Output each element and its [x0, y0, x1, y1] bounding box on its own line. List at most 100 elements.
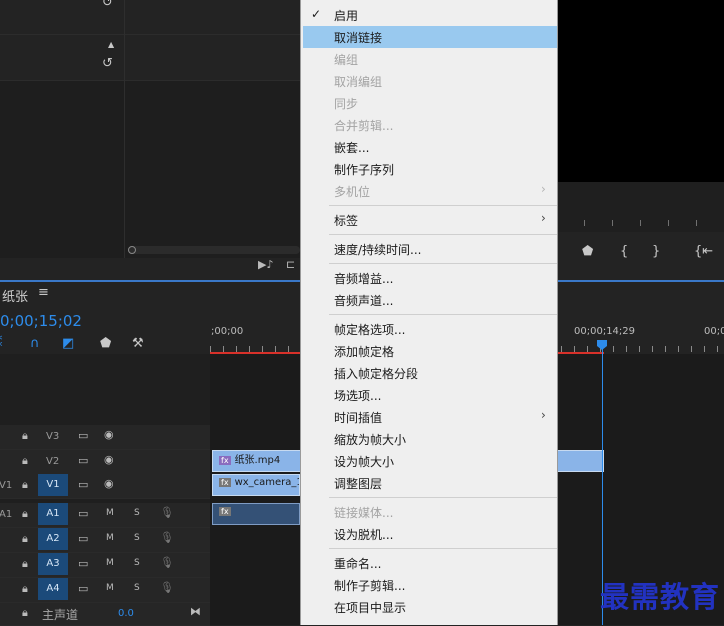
timecode-display[interactable]: 0;00;15;02 — [0, 312, 82, 330]
track-name: V3 — [46, 431, 60, 442]
lock-icon[interactable]: 🔒︎ — [22, 582, 28, 596]
lock-icon[interactable]: 🔒︎ — [22, 557, 28, 571]
mute-button[interactable]: M — [106, 533, 114, 543]
sync-lock-icon[interactable]: ▭ — [78, 557, 88, 570]
scrollbar-handle[interactable] — [128, 246, 136, 254]
clip-a1[interactable]: fx — [212, 503, 300, 525]
solo-button[interactable]: S — [134, 558, 140, 568]
menu-item-insert-frame-hold-segment[interactable]: 插入帧定格分段 — [303, 362, 557, 384]
menu-item-set-to-frame-size[interactable]: 设为帧大小 — [303, 450, 557, 472]
menu-item-field-options[interactable]: 场选项... — [303, 384, 557, 406]
track-target-v1[interactable]: V1 — [38, 474, 68, 496]
insert-tool-icon[interactable]: ◩ — [62, 336, 74, 351]
menu-item-group[interactable]: 编组 — [303, 48, 557, 70]
sequence-tab-title[interactable]: 纸张 — [2, 286, 28, 305]
clip-v1[interactable]: fxwx_camera_16 — [212, 474, 300, 496]
go-to-in-icon[interactable]: {⇤ — [694, 244, 713, 259]
monitor-ruler — [556, 182, 724, 232]
menu-item-enable[interactable]: ✓ 启用 — [303, 4, 557, 26]
collapse-up-icon[interactable]: ▲ — [108, 40, 114, 49]
menu-item-speed-duration[interactable]: 速度/持续时间... — [303, 238, 557, 260]
sync-lock-icon[interactable]: ▭ — [78, 582, 88, 595]
menu-item-make-subsequence[interactable]: 制作子序列 — [303, 158, 557, 180]
add-marker-icon[interactable]: ⬟ — [100, 336, 111, 351]
eye-icon[interactable]: ◉ — [104, 477, 114, 490]
sync-lock-icon[interactable]: ▭ — [78, 507, 88, 520]
microphone-icon[interactable]: 🎙︎ — [160, 556, 174, 569]
menu-item-make-subclip[interactable]: 制作子剪辑... — [303, 574, 557, 596]
lock-icon[interactable]: 🔒︎ — [22, 507, 28, 521]
program-monitor — [556, 0, 724, 182]
source-patch-label[interactable]: A1 — [0, 509, 12, 520]
effect-row — [0, 35, 300, 58]
menu-separator — [329, 314, 557, 315]
menu-item-ungroup[interactable]: 取消编组 — [303, 70, 557, 92]
menu-item-reveal-in-project[interactable]: 在项目中显示 — [303, 596, 557, 618]
menu-item-merge-clips[interactable]: 合并剪辑... — [303, 114, 557, 136]
menu-item-label[interactable]: 标签 › — [303, 209, 557, 231]
submenu-arrow-icon: › — [541, 182, 546, 196]
linked-selection-icon[interactable]: ∩ — [30, 336, 40, 351]
menu-item-rename[interactable]: 重命名... — [303, 552, 557, 574]
menu-item-audio-channels[interactable]: 音频声道... — [303, 289, 557, 311]
menu-item-adjustment-layer[interactable]: 调整图层 — [303, 472, 557, 494]
solo-button[interactable]: S — [134, 583, 140, 593]
track-target-a2[interactable]: A2 — [38, 528, 68, 550]
mark-out-icon[interactable]: } — [652, 244, 660, 259]
track-header-master: 🔒︎ 主声道 0.0 ⧓ — [0, 603, 210, 626]
effect-controls-scrollbar[interactable] — [128, 246, 300, 254]
go-to-end-icon[interactable]: ⧓ — [190, 605, 201, 618]
menu-item-add-frame-hold[interactable]: 添加帧定格 — [303, 340, 557, 362]
watermark-text: 最需教育 — [600, 580, 721, 614]
menu-item-sync[interactable]: 同步 — [303, 92, 557, 114]
reset-icon[interactable]: ↺ — [102, 0, 113, 10]
microphone-icon[interactable]: 🎙︎ — [160, 506, 174, 519]
lock-icon[interactable]: 🔒︎ — [22, 606, 28, 620]
mark-in-icon[interactable]: { — [620, 244, 628, 259]
eye-icon[interactable]: ◉ — [104, 428, 114, 441]
reset-icon[interactable]: ↺ — [102, 56, 113, 71]
mute-button[interactable]: M — [106, 558, 114, 568]
lock-icon[interactable]: 🔒︎ — [22, 532, 28, 546]
solo-button[interactable]: S — [134, 508, 140, 518]
master-volume-value[interactable]: 0.0 — [118, 608, 134, 619]
menu-item-time-interpolation[interactable]: 时间插值 › — [303, 406, 557, 428]
microphone-icon[interactable]: 🎙︎ — [160, 531, 174, 544]
fx-badge: fx — [219, 456, 231, 465]
menu-item-make-offline[interactable]: 设为脱机... — [303, 523, 557, 545]
track-target-a1[interactable]: A1 — [38, 503, 68, 525]
track-header-a1: A1 🔒︎ A1 ▭ M S 🎙︎ — [0, 503, 210, 528]
source-patch-label[interactable]: V1 — [0, 480, 12, 491]
add-marker-icon[interactable]: ⬟ — [582, 244, 593, 259]
sync-lock-icon[interactable]: ▭ — [78, 454, 88, 467]
track-header-a4: 🔒︎ A4 ▭ M S 🎙︎ — [0, 578, 210, 603]
mute-button[interactable]: M — [106, 583, 114, 593]
microphone-icon[interactable]: 🎙︎ — [160, 581, 174, 594]
sync-lock-icon[interactable]: ▭ — [78, 478, 88, 491]
eye-icon[interactable]: ◉ — [104, 453, 114, 466]
menu-item-link-media[interactable]: 链接媒体... — [303, 501, 557, 523]
lock-icon[interactable]: 🔒︎ — [22, 454, 28, 468]
ruler-label: ;00;00 — [211, 326, 244, 337]
menu-item-multicam[interactable]: 多机位 › — [303, 180, 557, 202]
sync-lock-icon[interactable]: ▭ — [78, 532, 88, 545]
lock-icon[interactable]: 🔒︎ — [22, 429, 28, 443]
lock-icon[interactable]: 🔒︎ — [22, 478, 28, 492]
menu-item-frame-hold-options[interactable]: 帧定格选项... — [303, 318, 557, 340]
play-audio-icon[interactable]: ▶♪ — [258, 258, 273, 271]
track-target-a3[interactable]: A3 — [38, 553, 68, 575]
track-name: V2 — [46, 456, 60, 467]
sync-lock-icon[interactable]: ▭ — [78, 429, 88, 442]
snap-icon[interactable]: ⁑ — [0, 336, 3, 351]
track-target-a4[interactable]: A4 — [38, 578, 68, 600]
menu-item-unlink[interactable]: 取消链接 — [303, 26, 557, 48]
menu-item-scale-to-frame-size[interactable]: 缩放为帧大小 — [303, 428, 557, 450]
wrench-icon[interactable]: ⚒ — [132, 336, 144, 351]
mute-button[interactable]: M — [106, 508, 114, 518]
export-icon[interactable]: ⊏ — [286, 258, 295, 271]
menu-item-audio-gain[interactable]: 音频增益... — [303, 267, 557, 289]
menu-item-nest[interactable]: 嵌套... — [303, 136, 557, 158]
panel-menu-icon[interactable]: ≡ — [38, 285, 49, 300]
solo-button[interactable]: S — [134, 533, 140, 543]
submenu-arrow-icon: › — [541, 211, 546, 225]
